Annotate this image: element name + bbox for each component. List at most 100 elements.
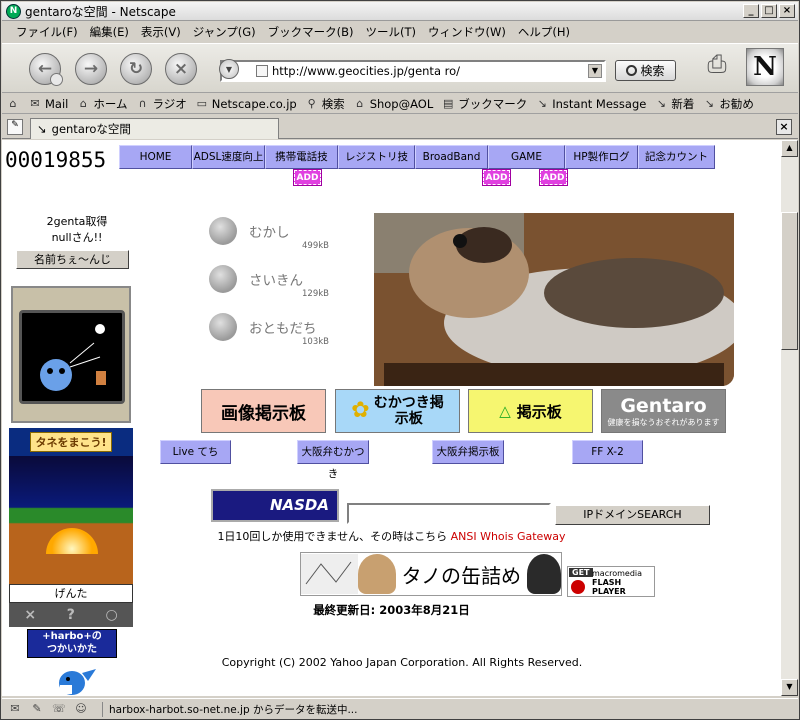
url-bar[interactable]: http://www.geocities.jp/genta ro/ ▼ [220, 60, 606, 82]
add-badge: ADD [293, 169, 322, 186]
maximize-button[interactable]: □ [761, 4, 777, 18]
bookmark-icon: ↘ [656, 96, 666, 110]
bookmarks-toolbar: ⌂ ✉ Mail ⌂ ホーム ∩ ラジオ ▭ Netscape.co.jp ⚲ 検索 ⌂ S… [2, 94, 798, 114]
netscape-logo[interactable]: N [746, 48, 784, 86]
composer-icon[interactable]: ✎ [28, 702, 46, 718]
shop-icon: ⌂ [356, 96, 364, 110]
menu-go[interactable]: ジャンプ(G) [187, 24, 262, 40]
mukatsuki-board-button[interactable]: ✿ むかつき掲示板 [335, 389, 460, 433]
menu-window[interactable]: ウィンドウ(W) [422, 24, 512, 40]
nav-hp-log[interactable]: HP製作ログ [565, 145, 638, 169]
bookmark-label: お勧め [719, 96, 754, 111]
bookmark-recommend[interactable]: ↘ お勧め [698, 96, 758, 112]
nav-game[interactable]: GAME [488, 145, 565, 169]
tane-banner[interactable]: タネをまこう! [9, 428, 133, 456]
nav-mobile[interactable]: 携帯電話技 [265, 145, 338, 169]
image-board-button[interactable]: 画像掲示板 [201, 389, 326, 433]
navigation-toolbar: ← → ↻ × http://www.geocities.jp/genta ro… [2, 43, 798, 93]
vertical-scrollbar[interactable]: ▲ ▼ [781, 140, 798, 696]
flash-line1: macromedia [592, 569, 643, 578]
mail-status-icon[interactable]: ✉ [6, 702, 24, 718]
change-name-button[interactable]: 名前ちぇ～んじ [16, 250, 129, 269]
back-arrow-icon: ← [37, 59, 53, 79]
nav-home[interactable]: HOME [119, 145, 192, 169]
menu-help[interactable]: ヘルプ(H) [512, 24, 576, 40]
bookmark-im[interactable]: ↘ Instant Message [531, 97, 650, 111]
menu-edit[interactable]: 編集(E) [84, 24, 135, 40]
genta-label: げんた [9, 584, 133, 603]
bookmark-label: Mail [45, 96, 69, 111]
print-icon[interactable]: ⎙ [700, 50, 734, 84]
bookmark-label: Instant Message [552, 96, 647, 111]
osaka-board-button[interactable]: 大阪弁掲示板 [432, 440, 504, 464]
bookmark-shop[interactable]: ⌂ Shop@AOL [349, 97, 438, 111]
ip-search-input[interactable] [347, 503, 551, 524]
chat-icon[interactable]: ☺ [72, 702, 90, 718]
minimize-button[interactable]: _ [743, 4, 759, 18]
bookmark-home[interactable]: ⌂ ホーム [72, 96, 131, 112]
bookmark-search[interactable]: ⚲ 検索 [301, 96, 349, 112]
download-mukashi[interactable]: むかし 499kB [209, 217, 329, 251]
download-otomodachi[interactable]: おともだち 103kB [209, 313, 329, 347]
tab-active[interactable]: ↘ gentaroな空間 [30, 118, 279, 139]
add-badge: ADD [539, 169, 568, 186]
gentaro-label: Gentaro [620, 394, 707, 417]
nav-registry[interactable]: レジストリ技 [338, 145, 415, 169]
flash-line3: PLAYER [592, 587, 626, 596]
flash-player-banner[interactable]: GET macromedia FLASH PLAYER [567, 566, 655, 597]
live-button[interactable]: Live てち [160, 440, 231, 464]
scroll-down-button[interactable]: ▼ [781, 679, 798, 696]
back-button[interactable]: ← [29, 53, 63, 86]
close-button[interactable]: × [779, 4, 795, 18]
ball-icon [209, 265, 237, 293]
bookmark-radio[interactable]: ∩ ラジオ [132, 96, 191, 112]
menu-view[interactable]: 表示(V) [135, 24, 187, 40]
menu-tools[interactable]: ツール(T) [360, 24, 423, 40]
ball-icon [209, 313, 237, 341]
bookmark-label: Netscape.co.jp [211, 96, 297, 111]
nav-kinen-count[interactable]: 記念カウント [638, 145, 715, 169]
dog-photo [374, 213, 734, 386]
board-button[interactable]: △ 掲示板 [468, 389, 593, 433]
bookmark-folder[interactable]: ▤ ブックマーク [437, 96, 531, 112]
game-widget[interactable] [11, 286, 131, 423]
kanzume-banner[interactable]: タノの缶詰め [300, 552, 562, 596]
bookmark-netscape[interactable]: ▭ Netscape.co.jp [191, 97, 301, 111]
menu-file[interactable]: ファイル(F) [10, 24, 84, 40]
download-saikin[interactable]: さいきん 129kB [209, 265, 329, 299]
scroll-up-button[interactable]: ▲ [781, 140, 798, 157]
url-text[interactable]: http://www.geocities.jp/genta ro/ [272, 64, 460, 78]
browser-window: N gentaroな空間 - Netscape _ □ × ファイル(F) 編集… [0, 0, 800, 720]
osaka-mukatsuki-button[interactable]: 大阪弁むかつき [297, 440, 369, 480]
announcement-line2: nullさん!! [51, 231, 103, 244]
forward-button[interactable]: → [75, 53, 107, 85]
menu-bookmarks[interactable]: ブックマーク(B) [262, 24, 360, 40]
ip-search-button[interactable]: IPドメインSEARCH [555, 505, 710, 525]
nav-broadband[interactable]: BroadBand [415, 145, 488, 169]
gentaro-banner[interactable]: Gentaro 健康を損なうおそれがあります [601, 389, 726, 433]
nasda-banner[interactable]: NASDA [211, 489, 339, 522]
search-button[interactable]: 検索 [615, 60, 676, 81]
ffx2-button[interactable]: FF X-2 [572, 440, 643, 464]
url-dropdown-icon[interactable]: ▼ [588, 64, 602, 78]
bookmark-new[interactable]: ↘ 新着 [650, 96, 698, 112]
whois-link[interactable]: ANSI Whois Gateway [451, 530, 566, 543]
last-updated: 最終更新日: 2003年8月21日 [313, 603, 470, 617]
harbot-bird-icon[interactable] [52, 667, 98, 696]
address-book-icon[interactable]: ☏ [50, 702, 68, 718]
page-icon [256, 65, 268, 77]
bookmark-mail[interactable]: ✉ Mail [24, 97, 72, 111]
bookmark-home-toggle[interactable]: ⌂ [2, 97, 24, 110]
manga-art-icon [301, 554, 358, 594]
harbot-help-link[interactable]: +harbo+の つかいかた [27, 629, 117, 658]
history-dropdown-button[interactable]: ▼ [219, 59, 239, 79]
new-tab-icon[interactable]: ✎ [7, 119, 23, 135]
stop-icon: × [173, 59, 189, 79]
reload-button[interactable]: ↻ [120, 53, 152, 85]
window-controls: _ □ × [743, 4, 795, 18]
stop-button[interactable]: × [165, 53, 197, 85]
dog-image [374, 213, 734, 386]
close-tab-button[interactable]: × [776, 119, 792, 135]
nav-adsl[interactable]: ADSL速度向上 [192, 145, 265, 169]
scroll-thumb[interactable] [781, 212, 798, 350]
